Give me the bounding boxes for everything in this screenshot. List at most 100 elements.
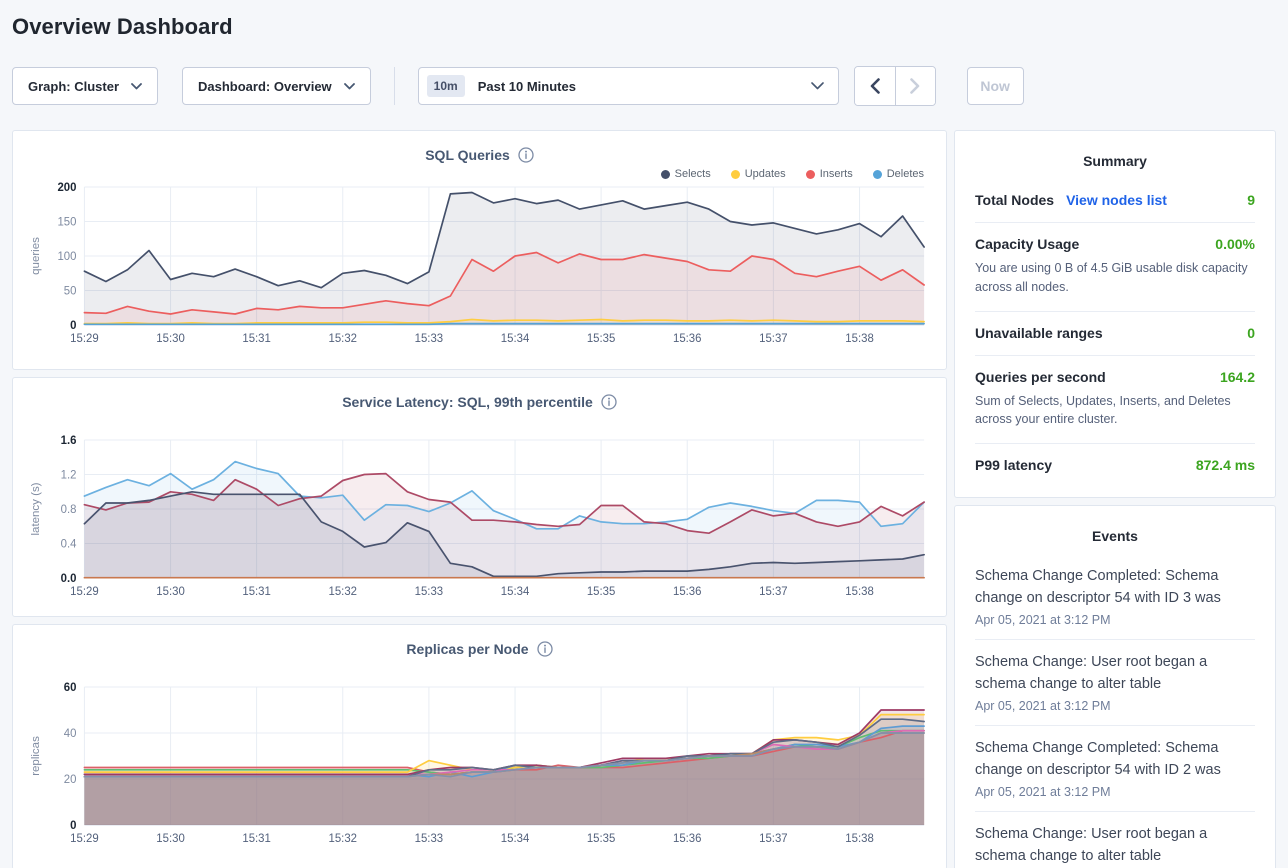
sql-queries-panel: SQL Queries SelectsUpdatesInsertsDeletes… (12, 130, 947, 370)
chart-plot[interactable]: 15:2915:3015:3115:3215:3315:3415:3515:36… (25, 681, 934, 851)
total-nodes-value: 9 (1247, 192, 1255, 208)
svg-text:15:29: 15:29 (70, 833, 98, 845)
event-timestamp: Apr 05, 2021 at 3:12 PM (975, 613, 1255, 627)
dashboard-main: SQL Queries SelectsUpdatesInsertsDeletes… (0, 130, 1288, 868)
svg-text:15:32: 15:32 (329, 333, 357, 345)
svg-text:15:37: 15:37 (759, 833, 787, 845)
service-latency-chart[interactable]: 15:2915:3015:3115:3215:3315:3415:3515:36… (25, 412, 934, 609)
event-item[interactable]: Schema Change Completed: Schema change o… (975, 725, 1255, 811)
svg-text:15:31: 15:31 (242, 833, 270, 845)
sql-queries-chart[interactable]: Selects Updates Inserts Deletes 15:29 15:30 15… (25, 165, 934, 356)
info-icon[interactable] (518, 147, 534, 163)
svg-text:15:31: 15:31 (242, 586, 270, 598)
time-step-buttons (854, 66, 936, 106)
legend-label: Deletes (887, 168, 924, 180)
info-icon[interactable] (601, 394, 617, 410)
svg-text:0.0: 0.0 (61, 573, 77, 585)
svg-text:50: 50 (64, 285, 77, 297)
svg-text:15:35: 15:35 (587, 333, 615, 345)
svg-text:queries: queries (30, 237, 42, 275)
chevron-down-icon (131, 83, 142, 90)
chart-plot[interactable]: 15:2915:3015:3115:3215:3315:3415:3515:36… (25, 181, 934, 351)
chevron-right-icon (910, 78, 920, 94)
svg-text:15:32: 15:32 (329, 833, 357, 845)
graph-selector-dropdown[interactable]: Graph: Cluster (12, 67, 158, 105)
svg-text:200: 200 (57, 182, 76, 194)
svg-text:0.4: 0.4 (61, 538, 77, 550)
summary-panel: Summary Total Nodes View nodes list 9 Ca… (954, 130, 1276, 498)
time-range-selector[interactable]: 10m Past 10 Minutes (418, 67, 839, 105)
now-button[interactable]: Now (967, 67, 1024, 105)
event-item[interactable]: Schema Change Completed: Schema change o… (975, 554, 1255, 639)
event-timestamp: Apr 05, 2021 at 3:12 PM (975, 785, 1255, 799)
svg-text:100: 100 (57, 251, 76, 263)
legend-dot-icon (873, 170, 882, 179)
svg-text:15:38: 15:38 (845, 586, 873, 598)
info-icon[interactable] (537, 641, 553, 657)
event-item[interactable]: Schema Change: User root began a schema … (975, 639, 1255, 725)
svg-text:15:29: 15:29 (70, 333, 98, 345)
next-time-button[interactable] (895, 67, 935, 105)
summary-item-p99-latency: P99 latency 872.4 ms (975, 443, 1255, 487)
svg-text:0: 0 (70, 320, 76, 332)
svg-text:15:30: 15:30 (156, 333, 184, 345)
svg-text:15:38: 15:38 (845, 833, 873, 845)
toolbar-divider (394, 67, 395, 105)
toolbar: Graph: Cluster Dashboard: Overview 10m P… (12, 66, 1276, 106)
chart-title: Replicas per Node (406, 641, 528, 657)
view-nodes-list-link[interactable]: View nodes list (1066, 192, 1167, 208)
legend-dot-icon (731, 170, 740, 179)
legend-dot-icon (806, 170, 815, 179)
replicas-per-node-panel: Replicas per Node 15:29 15:30 15:31 15:32 15… (12, 624, 947, 868)
p99-latency-label: P99 latency (975, 457, 1052, 473)
svg-text:15:35: 15:35 (587, 586, 615, 598)
service-latency-panel: Service Latency: SQL, 99th percentile 15… (12, 377, 947, 617)
legend-label: Inserts (820, 168, 853, 180)
time-range-label: Past 10 Minutes (478, 79, 811, 94)
replicas-per-node-chart[interactable]: 15:2915:3015:3115:3215:3315:3415:3515:36… (25, 659, 934, 856)
dashboard-selector-label: Dashboard: Overview (198, 79, 332, 94)
svg-text:1.6: 1.6 (61, 435, 77, 447)
svg-text:replicas: replicas (30, 736, 42, 776)
legend-item[interactable]: Inserts (806, 168, 853, 180)
events-panel: Events Schema Change Completed: Schema c… (954, 505, 1276, 868)
dashboard-selector-dropdown[interactable]: Dashboard: Overview (182, 67, 371, 105)
svg-text:1.2: 1.2 (61, 469, 77, 481)
events-heading: Events (975, 520, 1255, 554)
svg-text:latency (s): latency (s) (30, 482, 42, 535)
chart-plot[interactable]: 15:2915:3015:3115:3215:3315:3415:3515:36… (25, 434, 934, 604)
svg-text:15:37: 15:37 (759, 333, 787, 345)
chevron-down-icon (344, 83, 355, 90)
overview-dashboard-page: { "page": { "title": "Overview Dashboard… (0, 14, 1288, 868)
svg-text:15:36: 15:36 (673, 586, 701, 598)
capacity-usage-label: Capacity Usage (975, 236, 1079, 252)
legend-item[interactable]: Deletes (873, 168, 924, 180)
svg-text:20: 20 (64, 774, 77, 786)
svg-text:15:30: 15:30 (156, 833, 184, 845)
legend-item[interactable]: Selects (661, 168, 711, 180)
previous-time-button[interactable] (855, 67, 895, 105)
p99-latency-value: 872.4 ms (1196, 457, 1255, 473)
chart-title: Service Latency: SQL, 99th percentile (342, 394, 593, 410)
charts-column: SQL Queries SelectsUpdatesInsertsDeletes… (12, 130, 947, 868)
capacity-usage-description: You are using 0 B of 4.5 GiB usable disk… (975, 259, 1255, 297)
summary-heading: Summary (975, 145, 1255, 179)
summary-item-qps: Queries per second 164.2 Sum of Selects,… (975, 355, 1255, 444)
page-title: Overview Dashboard (12, 14, 1276, 40)
svg-text:15:37: 15:37 (759, 586, 787, 598)
legend-label: Selects (675, 168, 711, 180)
svg-text:15:32: 15:32 (329, 586, 357, 598)
svg-text:0.8: 0.8 (61, 504, 77, 516)
capacity-usage-value: 0.00% (1215, 236, 1255, 252)
queries-per-second-value: 164.2 (1220, 369, 1255, 385)
event-item[interactable]: Schema Change: User root began a schema … (975, 811, 1255, 868)
graph-selector-label: Graph: Cluster (28, 79, 119, 94)
chevron-left-icon (870, 78, 880, 94)
svg-text:15:29: 15:29 (70, 586, 98, 598)
legend-item[interactable]: Updates (731, 168, 786, 180)
event-message: Schema Change Completed: Schema change o… (975, 565, 1255, 609)
queries-per-second-label: Queries per second (975, 369, 1106, 385)
event-timestamp: Apr 05, 2021 at 3:12 PM (975, 699, 1255, 713)
summary-item-unavailable-ranges: Unavailable ranges 0 (975, 311, 1255, 355)
svg-text:60: 60 (64, 682, 77, 694)
